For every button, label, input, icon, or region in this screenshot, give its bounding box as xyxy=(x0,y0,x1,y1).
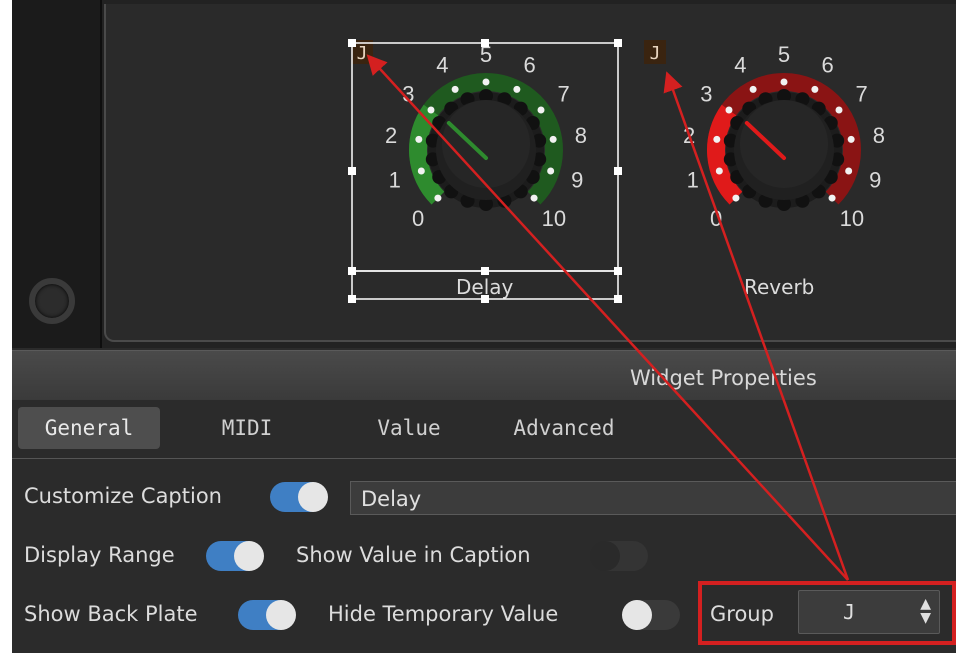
resize-handle xyxy=(348,167,356,175)
scale-label: 2 xyxy=(683,123,695,148)
scale-dot xyxy=(845,167,853,175)
show-back-plate-label: Show Back Plate xyxy=(24,602,198,626)
group-select[interactable]: J ▲ ▼ xyxy=(798,590,940,634)
hide-temporary-value-toggle[interactable] xyxy=(622,600,680,630)
scale-dot xyxy=(530,194,538,202)
scale-label: 4 xyxy=(436,52,448,77)
knob-caption-reverb: Reverb xyxy=(744,275,815,299)
scale-dot xyxy=(732,194,740,202)
scale-dot xyxy=(713,135,721,143)
properties-title: Widget Properties xyxy=(630,366,817,390)
toggle-thumb xyxy=(266,600,296,630)
scale-dot xyxy=(749,85,757,93)
app-window: 0 1 2 3 4 5 6 7 8 9 10 J 0 1 2 3 4 5 6 7 8 9 10 J Delay Reverb … xyxy=(12,0,956,653)
scale-dot xyxy=(417,167,425,175)
properties-tabs: General MIDI Value Advanced xyxy=(12,400,956,459)
show-value-in-caption-toggle[interactable] xyxy=(590,541,648,571)
resize-handle xyxy=(348,267,356,275)
editor-canvas[interactable]: 0 1 2 3 4 5 6 7 8 9 10 J 0 1 2 3 4 5 6 7 8 9 10 J Delay Reverb xyxy=(12,0,956,348)
scale-label: 6 xyxy=(523,52,535,77)
scale-dot xyxy=(715,167,723,175)
scale-label: 8 xyxy=(873,123,885,148)
show-back-plate-toggle[interactable] xyxy=(238,600,296,630)
resize-handle xyxy=(348,295,356,303)
resize-handle xyxy=(614,295,622,303)
scale-label: 8 xyxy=(575,123,587,148)
group-label: Group xyxy=(710,602,774,626)
toggle-thumb xyxy=(590,541,620,571)
scale-dot xyxy=(427,106,435,114)
caption-text-field[interactable]: Delay xyxy=(350,481,956,515)
scale-dot xyxy=(811,85,819,93)
tab-midi[interactable]: MIDI xyxy=(192,407,302,449)
resize-handle xyxy=(614,267,622,275)
tab-general[interactable]: General xyxy=(18,407,160,449)
resize-handle xyxy=(348,39,356,47)
scale-label: 1 xyxy=(687,168,699,193)
tab-advanced[interactable]: Advanced xyxy=(498,407,630,449)
scale-label: 10 xyxy=(840,206,864,231)
resize-handle xyxy=(481,267,489,275)
scale-label: 0 xyxy=(412,206,424,231)
customize-caption-label: Customize Caption xyxy=(24,484,222,508)
scale-label: 10 xyxy=(542,206,566,231)
customize-caption-toggle[interactable] xyxy=(270,482,328,512)
scale-dot xyxy=(537,106,545,114)
group-badge-label: J xyxy=(650,43,661,64)
scale-dot xyxy=(434,194,442,202)
tab-value[interactable]: Value xyxy=(354,407,464,449)
display-range-label: Display Range xyxy=(24,543,175,567)
resize-handle xyxy=(614,39,622,47)
scale-label: 7 xyxy=(558,82,570,107)
resize-handle xyxy=(614,167,622,175)
resize-handle xyxy=(481,39,489,47)
scale-label: 5 xyxy=(778,42,790,67)
toggle-thumb xyxy=(298,482,328,512)
knob-reverb[interactable]: 01 234 5 678 910 J xyxy=(644,40,885,231)
knob-delay[interactable]: 01234 5 678910J xyxy=(351,40,587,231)
scale-dot xyxy=(828,194,836,202)
knob-cap-highlight xyxy=(740,100,828,188)
scale-label: 3 xyxy=(700,82,712,107)
toggle-thumb xyxy=(622,600,652,630)
group-value: J xyxy=(843,600,856,624)
stepper-arrows-icon[interactable]: ▲ ▼ xyxy=(920,597,931,625)
show-value-in-caption-label: Show Value in Caption xyxy=(296,543,531,567)
scale-dot xyxy=(513,85,521,93)
scale-label: 1 xyxy=(389,168,401,193)
scale-label: 6 xyxy=(821,52,833,77)
scale-dot xyxy=(415,135,423,143)
hide-temporary-value-label: Hide Temporary Value xyxy=(328,602,559,626)
group-badge-label: J xyxy=(357,43,368,64)
scale-label: 9 xyxy=(869,168,881,193)
knob-caption-delay: Delay xyxy=(456,275,514,299)
properties-header: Widget Properties xyxy=(12,350,956,401)
scale-dot xyxy=(847,135,855,143)
knob-cap-highlight xyxy=(442,100,530,188)
scale-label: 9 xyxy=(571,168,583,193)
scale-label: 3 xyxy=(402,82,414,107)
scale-dot xyxy=(835,106,843,114)
scale-label: 2 xyxy=(385,123,397,148)
scale-label: 0 xyxy=(710,206,722,231)
toggle-thumb xyxy=(234,541,264,571)
scale-dot xyxy=(725,106,733,114)
scale-dot xyxy=(482,78,490,86)
scale-dot xyxy=(549,135,557,143)
scale-label: 7 xyxy=(856,82,868,107)
scale-dot xyxy=(451,85,459,93)
scale-dot xyxy=(780,78,788,86)
scale-dot xyxy=(547,167,555,175)
display-range-toggle[interactable] xyxy=(206,541,264,571)
scale-label: 4 xyxy=(734,52,746,77)
